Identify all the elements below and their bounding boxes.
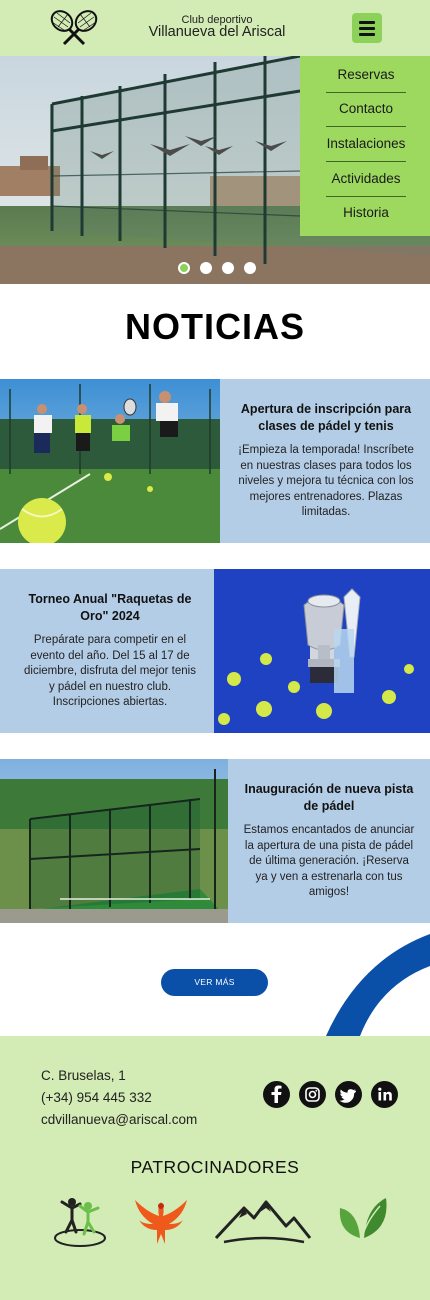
mountains-sponsor-logo[interactable] [214, 1192, 312, 1244]
phoenix-sponsor-logo[interactable] [132, 1192, 190, 1250]
section-title: NOTICIAS [124, 306, 305, 347]
ver-mas-button[interactable]: VER MÁS [161, 969, 268, 996]
footer-email[interactable]: cdvillanueva@ariscal.com [41, 1112, 197, 1127]
decorative-swoosh [326, 934, 430, 1036]
news-title[interactable]: Apertura de inscripción para clases de p… [238, 401, 414, 435]
news-card-3[interactable]: Inauguración de nueva pista de pádel Est… [0, 759, 430, 923]
facebook-icon[interactable] [263, 1081, 290, 1108]
news-body: ¡Empieza la temporada! Inscríbete en nue… [238, 444, 414, 519]
news-body: Prepárate para competir en el evento del… [24, 634, 196, 709]
hamburger-menu-button[interactable] [352, 13, 382, 43]
leaf-sponsor-logo[interactable] [336, 1194, 388, 1242]
menu-divider [326, 92, 406, 93]
tennis-rackets-icon[interactable] [48, 9, 100, 47]
carousel-dot-2[interactable] [200, 262, 212, 274]
news-text-1: Apertura de inscripción para clases de p… [228, 379, 424, 543]
menu-item-contacto[interactable]: Contacto [326, 101, 406, 116]
news-image-padel-players [0, 379, 220, 543]
news-title[interactable]: Inauguración de nueva pista de pádel [242, 781, 416, 815]
news-image-new-court [0, 759, 228, 923]
instagram-icon[interactable] [299, 1081, 326, 1108]
menu-item-historia[interactable]: Historia [326, 205, 406, 220]
footer-phone[interactable]: (+34) 954 445 332 [41, 1090, 152, 1105]
linkedin-icon[interactable] [371, 1081, 398, 1108]
footer-address: C. Bruselas, 1 [41, 1068, 126, 1083]
menu-item-actividades[interactable]: Actividades [320, 171, 412, 186]
menu-divider [326, 196, 406, 197]
news-card-2[interactable]: Torneo Anual "Raquetas de Oro" 2024 Prep… [0, 569, 430, 733]
news-text-2: Torneo Anual "Raquetas de Oro" 2024 Prep… [12, 569, 208, 733]
menu-divider [326, 161, 406, 162]
menu-item-instalaciones[interactable]: Instalaciones [316, 136, 416, 151]
news-text-3: Inauguración de nueva pista de pádel Est… [232, 759, 426, 923]
news-image-trophy [214, 569, 430, 733]
hamburger-menu-icon [359, 21, 375, 24]
twitter-icon[interactable] [335, 1081, 362, 1108]
news-body: Estamos encantados de anunciar la apertu… [243, 824, 415, 899]
club-name: Villanueva del Ariscal [148, 24, 286, 40]
carousel-dot-3[interactable] [222, 262, 234, 274]
carousel-dot-4[interactable] [244, 262, 256, 274]
news-title[interactable]: Torneo Anual "Raquetas de Oro" 2024 [22, 591, 198, 625]
carousel-dot-1[interactable] [178, 262, 190, 274]
header: Club deportivo Villanueva del Ariscal [0, 0, 430, 56]
people-sponsor-logo[interactable] [52, 1192, 108, 1248]
menu-item-reservas[interactable]: Reservas [326, 67, 406, 82]
news-card-1[interactable]: Apertura de inscripción para clases de p… [0, 379, 430, 543]
nav-dropdown-menu: Reservas Contacto Instalaciones Activida… [300, 56, 430, 236]
menu-divider [326, 126, 406, 127]
sponsors-title: PATROCINADORES [130, 1157, 300, 1177]
